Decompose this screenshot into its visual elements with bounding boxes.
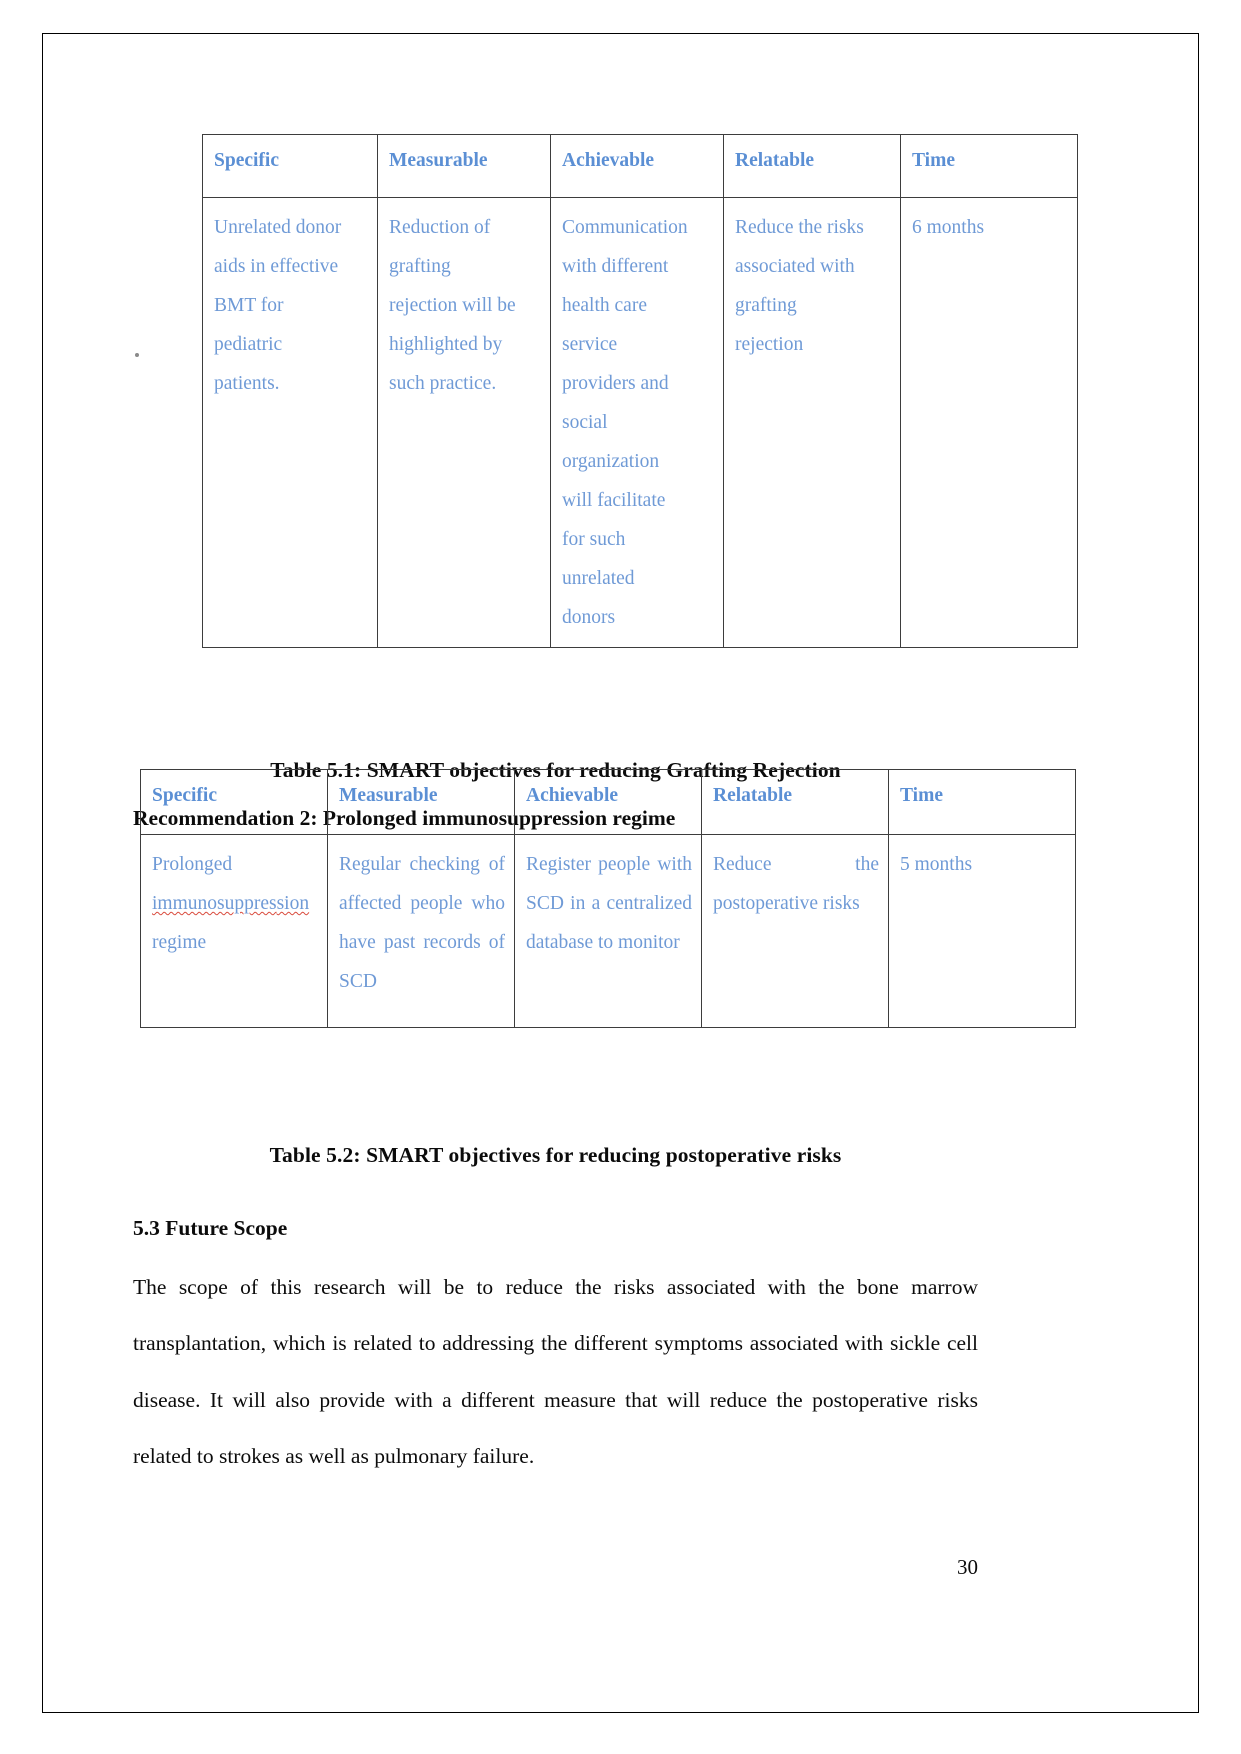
cell-line: 6 months — [912, 217, 985, 238]
cell-line: rejection will be — [389, 295, 516, 316]
table-5-2-caption: Table 5.2: SMART objectives for reducing… — [269, 1143, 842, 1167]
cell-line: BMT for — [214, 295, 284, 316]
column-header-specific: Specific — [140, 769, 328, 835]
table-header-row: Specific Measurable Achievable Relatable… — [140, 769, 1076, 835]
misspelled-word: sion — [276, 893, 310, 914]
cell-line: unrelated — [562, 568, 635, 589]
table-row: Unrelated donor aids in effective BMT fo… — [202, 197, 1078, 648]
column-header-measurable: Measurable — [377, 134, 551, 198]
table-5-2-container: Specific Measurable Achievable Relatable… — [140, 769, 1076, 1028]
section-5-3-paragraph: The scope of this research will be to re… — [133, 1275, 978, 1468]
cell-line: Reduction of — [389, 217, 491, 238]
cell-measurable: Regular checking of affected people who … — [327, 834, 515, 1028]
section-5-3-heading: 5.3 Future Scope — [133, 1216, 288, 1240]
cell-line: Prolonged — [152, 854, 233, 875]
cell-line: aids in effective — [214, 256, 339, 277]
cell-line: grafting — [389, 256, 451, 277]
cell-line: service — [562, 334, 618, 355]
cell-line: highlighted by — [389, 334, 503, 355]
cell-line: grafting — [735, 295, 797, 316]
cell-line: social — [562, 412, 608, 433]
cell-line: Unrelated donor — [214, 217, 342, 238]
cell-line: for such — [562, 529, 626, 550]
stray-ink-mark — [135, 353, 139, 357]
cell-line: pediatric — [214, 334, 283, 355]
misspelled-word: immunosuppres — [152, 893, 277, 914]
column-header-time: Time — [900, 134, 1078, 198]
cell-line: such practice. — [389, 373, 497, 394]
column-header-achievable: Achievable — [514, 769, 702, 835]
cell-achievable: Register people with SCD in a centralize… — [514, 834, 702, 1028]
table-header-row: Specific Measurable Achievable Relatable… — [202, 134, 1078, 198]
cell-line: rejection — [735, 334, 804, 355]
cell-line: donors — [562, 607, 616, 628]
cell-specific: Unrelated donor aids in effective BMT fo… — [202, 197, 378, 648]
table-5-1-container: Specific Measurable Achievable Relatable… — [202, 134, 1078, 648]
column-header-achievable: Achievable — [550, 134, 724, 198]
cell-text-tail: regime — [152, 932, 207, 953]
cell-line: Communication — [562, 217, 688, 238]
cell-line: immunosuppression regime — [152, 893, 309, 953]
cell-relatable: Reduce the postoperative risks — [701, 834, 889, 1028]
cell-line: will facilitate — [562, 490, 666, 511]
cell-achievable: Communication with different health care… — [550, 197, 724, 648]
cell-time: 5 months — [888, 834, 1076, 1028]
cell-line: providers and — [562, 373, 669, 394]
cell-line: with different — [562, 256, 669, 277]
cell-line: health care — [562, 295, 647, 316]
table-5-2: Specific Measurable Achievable Relatable… — [140, 769, 1076, 1028]
column-header-time: Time — [888, 769, 1076, 835]
cell-line: associated with — [735, 256, 855, 277]
column-header-specific: Specific — [202, 134, 378, 198]
column-header-relatable: Relatable — [701, 769, 889, 835]
cell-specific: Prolonged immunosuppression regime — [140, 834, 328, 1028]
cell-time: 6 months — [900, 197, 1078, 648]
column-header-relatable: Relatable — [723, 134, 901, 198]
table-5-1: Specific Measurable Achievable Relatable… — [202, 134, 1078, 648]
cell-line: Reduce the risks — [735, 217, 864, 238]
column-header-measurable: Measurable — [327, 769, 515, 835]
cell-line: patients. — [214, 373, 280, 394]
cell-relatable: Reduce the risks associated with graftin… — [723, 197, 901, 648]
table-row: Prolonged immunosuppression regime Regul… — [140, 834, 1076, 1028]
cell-line: organization — [562, 451, 660, 472]
cell-measurable: Reduction of grafting rejection will be … — [377, 197, 551, 648]
page-number: 30 — [957, 1555, 978, 1579]
